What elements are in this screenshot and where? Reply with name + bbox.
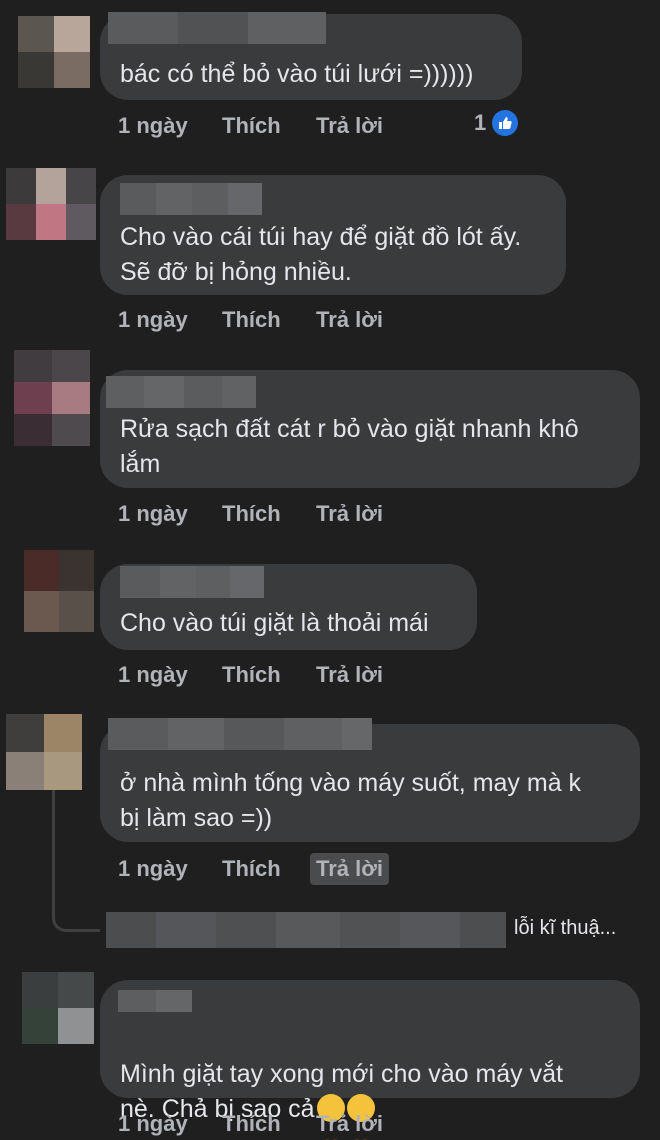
comment-time[interactable]: 1 ngày [118,304,222,336]
reply-button[interactable]: Trả lời [310,498,389,530]
like-button[interactable]: Thích [222,304,316,336]
comment-time[interactable]: 1 ngày [118,1108,222,1140]
comment-actions: 1 ngày Thích Trả lời [118,853,389,885]
like-button[interactable]: Thích [222,1108,316,1140]
commenter-name[interactable] [108,718,372,750]
comment-actions: 1 ngày Thích Trả lời [118,659,389,691]
comments-thread: bác có thể bỏ vào túi lưới =)))))) 1 ngà… [0,0,660,1140]
like-button[interactable]: Thích [222,110,316,142]
commenter-name[interactable] [106,376,256,408]
comment-bubble: bác có thể bỏ vào túi lưới =)))))) [100,12,522,100]
commenter-name[interactable] [120,566,264,598]
commenter-name[interactable] [108,12,326,44]
collapsed-reply-preview[interactable]: lỗi kĩ thuậ... [514,917,616,940]
comment-bubble: Mình giặt tay xong mới cho vào máy vắt n… [100,980,640,1140]
like-button[interactable]: Thích [222,853,316,885]
collapsed-reply-author[interactable] [106,912,506,948]
comment-text: Cho vào túi giặt là thoải mái [120,609,429,637]
comment-actions: 1 ngày Thích Trả lời [118,498,389,530]
reaction-count: 1 [474,110,487,135]
commenter-name[interactable] [118,990,192,1012]
comment-time[interactable]: 1 ngày [118,659,222,691]
avatar[interactable] [18,16,90,88]
reaction-summary[interactable]: 1 [474,110,519,136]
comment-bubble: Rửa sạch đất cát r bỏ vào giặt nhanh khô… [100,370,640,488]
comment-bubble: ở nhà mình tống vào máy suốt, may mà k b… [100,718,640,842]
comment-bubble: Cho vào cái túi hay để giặt đồ lót ấy. S… [100,175,566,295]
reply-button[interactable]: Trả lời [310,110,389,142]
comment-time[interactable]: 1 ngày [118,498,222,530]
avatar[interactable] [6,714,82,790]
reply-button[interactable]: Trả lời [310,304,389,336]
commenter-name[interactable] [120,183,262,215]
avatar[interactable] [6,168,96,240]
reply-button[interactable]: Trả lời [310,659,389,691]
like-icon [492,110,519,136]
reply-button[interactable]: Trả lời [310,1108,389,1140]
comment-time[interactable]: 1 ngày [118,110,222,142]
avatar[interactable] [22,972,94,1044]
comment-text: Rửa sạch đất cát r bỏ vào giặt nhanh khô… [120,415,579,478]
like-button[interactable]: Thích [222,498,316,530]
comment-bubble: Cho vào túi giặt là thoải mái [100,564,477,650]
like-button[interactable]: Thích [222,659,316,691]
comment-time[interactable]: 1 ngày [118,853,222,885]
avatar[interactable] [14,350,90,446]
reply-thread-line [52,790,100,932]
comment-actions: 1 ngày Thích Trả lời [118,110,389,142]
comment-text: Cho vào cái túi hay để giặt đồ lót ấy. S… [120,223,522,286]
reply-button[interactable]: Trả lời [310,853,389,885]
comment-text: bác có thể bỏ vào túi lưới =)))))) [120,60,474,88]
comment-text: ở nhà mình tống vào máy suốt, may mà k b… [120,769,582,832]
comment-actions: 1 ngày Thích Trả lời [118,1108,389,1140]
avatar[interactable] [24,550,94,632]
comment-actions: 1 ngày Thích Trả lời [118,304,389,336]
